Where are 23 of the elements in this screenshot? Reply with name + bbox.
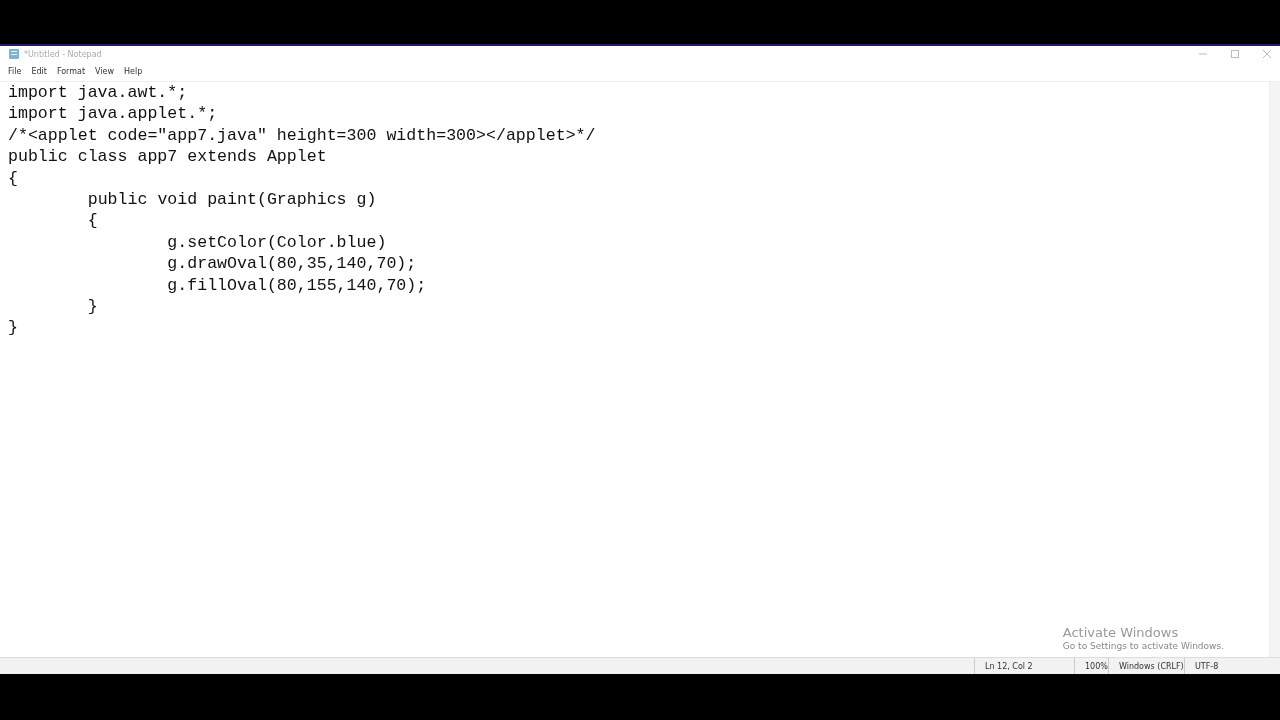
code-line: public class app7 extends Applet — [8, 146, 327, 168]
code-line: { — [86, 210, 98, 232]
activation-subtitle: Go to Settings to activate Windows. — [1062, 641, 1224, 651]
code-line: /*<applet code="app7.java" height=300 width=300></applet>*/ — [8, 124, 596, 147]
code-line: } — [8, 317, 18, 339]
activation-title: Activate Windows — [1062, 625, 1180, 640]
menu-item[interactable]: Format — [56, 66, 86, 76]
maximize-icon[interactable] — [1230, 49, 1240, 59]
menu-item[interactable]: View — [95, 66, 115, 76]
close-icon[interactable] — [1262, 49, 1272, 59]
window-title: *Untitled - Notepad — [24, 49, 102, 59]
menu-item[interactable]: Edit — [31, 66, 47, 76]
code-line: g.setColor(Color.blue) — [166, 231, 387, 254]
menu-item[interactable]: File — [8, 66, 22, 76]
menu-item[interactable]: Help — [124, 66, 143, 76]
code-line: { — [8, 167, 18, 190]
code-line: } — [86, 296, 98, 318]
code-line: public void paint(Graphics g) — [86, 189, 377, 211]
notepad-icon — [8, 48, 20, 60]
code-line: import java.applet.*; — [8, 103, 218, 125]
code-line: g.drawOval(80,35,140,70); — [166, 253, 417, 275]
code-line: g.fillOval(80,155,140,70); — [166, 274, 427, 297]
code-line: import java.awt.*; — [8, 82, 188, 104]
